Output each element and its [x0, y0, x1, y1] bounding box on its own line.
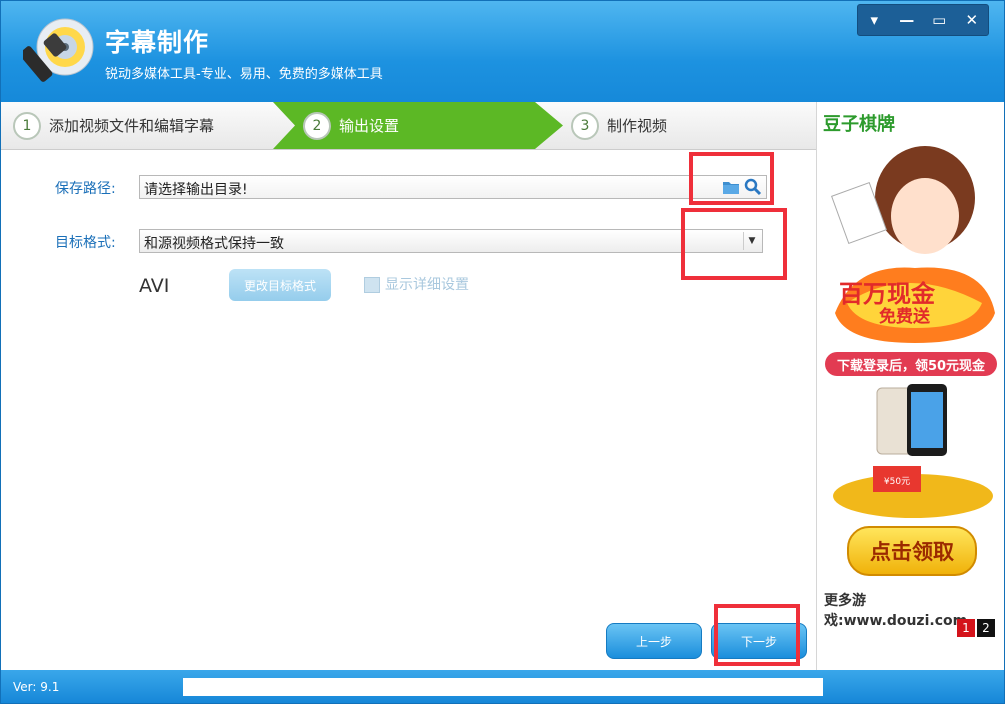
save-path-value: 请选择输出目录!: [144, 182, 248, 198]
step-3[interactable]: 3 制作视频: [571, 102, 667, 149]
svg-text:¥50元: ¥50元: [884, 477, 910, 487]
step-2-number: 2: [303, 111, 331, 140]
status-bar: Ver: 9.1: [1, 670, 1004, 703]
show-details-label: 显示详细设置: [385, 277, 469, 293]
minimize-icon[interactable]: —: [896, 9, 918, 31]
target-format-value: 和源视频格式保持一致: [144, 236, 284, 252]
ad-page-2[interactable]: 2: [977, 619, 995, 637]
step-2[interactable]: 2 输出设置: [303, 102, 399, 149]
highlight-box-path: [689, 152, 774, 205]
ad-claim-button[interactable]: 点击领取: [847, 526, 977, 576]
change-format-button[interactable]: 更改目标格式: [229, 269, 331, 301]
step-1-number: 1: [13, 111, 41, 140]
highlight-box-format: [681, 208, 787, 280]
step-3-number: 3: [571, 111, 599, 140]
highlight-box-next: [714, 604, 800, 666]
ad-prize-image: ¥50元: [833, 384, 993, 518]
app-logo-icon: [23, 18, 94, 82]
step-1-label: 添加视频文件和编辑字幕: [49, 117, 215, 135]
ad-pager: 1 2: [955, 619, 995, 637]
prev-step-button[interactable]: 上一步: [606, 623, 702, 659]
save-path-input[interactable]: 请选择输出目录!: [139, 175, 767, 199]
format-name: AVI: [139, 275, 170, 297]
ad-panel[interactable]: 豆子棋牌 百万现金 免费送 下载登录后，领50元现金 ¥50元 点击领取 更多游…: [816, 102, 1004, 670]
save-path-label: 保存路径:: [55, 181, 116, 197]
app-window: 字幕制作 锐动多媒体工具-专业、易用、免费的多媒体工具 ▾ — ▭ ✕ 1 添加…: [0, 0, 1005, 704]
close-icon[interactable]: ✕: [961, 9, 983, 31]
ad-page-1[interactable]: 1: [957, 619, 975, 637]
target-format-select[interactable]: 和源视频格式保持一致 ▼: [139, 229, 763, 253]
ad-banner-text: 下载登录后，领50元现金: [825, 352, 997, 376]
maximize-icon[interactable]: ▭: [928, 9, 950, 31]
step-3-label: 制作视频: [607, 117, 668, 135]
target-format-label: 目标格式:: [55, 235, 116, 251]
step-2-label: 输出设置: [339, 117, 400, 135]
app-subtitle: 锐动多媒体工具-专业、易用、免费的多媒体工具: [105, 67, 383, 82]
step-1[interactable]: 1 添加视频文件和编辑字幕: [13, 102, 214, 149]
ad-subheadline-image: 免费送: [879, 307, 930, 327]
show-details-checkbox[interactable]: [364, 277, 380, 293]
app-title: 字幕制作: [105, 28, 210, 57]
window-controls: ▾ — ▭ ✕: [857, 4, 989, 36]
ad-brand: 豆子棋牌: [823, 114, 895, 135]
version-label: Ver: 9.1: [13, 680, 60, 694]
header: 字幕制作 锐动多媒体工具-专业、易用、免费的多媒体工具 ▾ — ▭ ✕: [1, 1, 1004, 102]
menu-dropdown-icon[interactable]: ▾: [863, 9, 885, 31]
progress-bar: [183, 678, 823, 696]
